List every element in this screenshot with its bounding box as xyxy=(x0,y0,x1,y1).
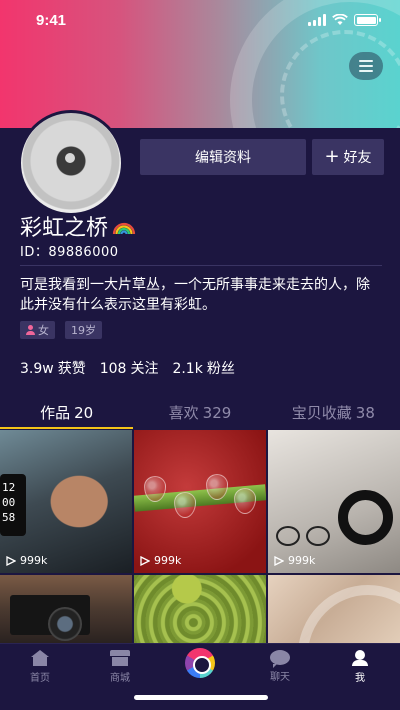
stat-followers-value: 2.1k xyxy=(172,361,203,377)
play-count: 999k xyxy=(6,554,47,567)
stat-likes[interactable]: 3.9w 获赞 xyxy=(20,358,86,378)
edit-profile-button[interactable]: 编辑资料 xyxy=(140,139,306,175)
gender-tag: 女 xyxy=(20,321,55,339)
female-icon xyxy=(26,325,35,335)
profile-id: ID：89886000 xyxy=(20,245,119,260)
stat-followers-label: 粉丝 xyxy=(206,361,235,377)
wifi-icon xyxy=(332,14,348,25)
status-time: 9:41 xyxy=(36,11,67,29)
video-grid: 12 00 58 999k 999k 999k xyxy=(0,430,400,643)
add-friend-label: 好友 xyxy=(343,150,372,166)
stat-following[interactable]: 108 关注 xyxy=(100,358,159,378)
nav-create[interactable] xyxy=(160,644,240,710)
shop-icon xyxy=(110,650,130,666)
me-icon xyxy=(350,650,370,666)
water-drop xyxy=(174,492,196,518)
video-thumbnail[interactable] xyxy=(268,575,400,643)
nav-shop[interactable]: 商城 xyxy=(80,644,160,710)
profile-divider xyxy=(20,265,382,266)
play-count: 999k xyxy=(140,554,181,567)
profile-name: 彩虹之桥 xyxy=(20,210,136,242)
tab-works-label: 作品 xyxy=(40,404,71,422)
stat-likes-value: 3.9w xyxy=(20,361,54,377)
home-icon xyxy=(30,650,50,666)
camera-lens xyxy=(48,607,82,641)
add-friend-button[interactable]: + 好友 xyxy=(312,139,384,175)
play-count-value: 999k xyxy=(288,554,316,567)
stat-followers[interactable]: 2.1k 粉丝 xyxy=(172,358,234,378)
status-icons xyxy=(308,14,381,26)
video-thumbnail[interactable]: 999k xyxy=(268,430,400,573)
age-tag: 19岁 xyxy=(65,321,102,339)
nav-chat-label: 聊天 xyxy=(270,672,290,683)
play-icon xyxy=(274,555,284,566)
play-icon xyxy=(6,555,16,566)
nav-home-label: 首页 xyxy=(30,673,50,684)
tab-likes-count: 329 xyxy=(202,404,232,422)
aperture-icon xyxy=(185,648,215,678)
menu-icon xyxy=(359,60,373,62)
home-indicator xyxy=(134,695,268,700)
play-count: 999k xyxy=(274,554,315,567)
profile-tags: 女 19岁 xyxy=(20,321,102,339)
headphones-image xyxy=(338,490,393,545)
nav-home[interactable]: 首页 xyxy=(0,644,80,710)
profile-bio: 可是我看到一大片草丛，一个无所事事走来走去的人，除此并没有什么表示这里有彩虹。 xyxy=(20,277,370,313)
tab-favorites-count: 38 xyxy=(355,404,375,422)
tab-likes-label: 喜欢 xyxy=(168,404,199,422)
avatar[interactable] xyxy=(18,110,124,216)
gender-label: 女 xyxy=(38,324,49,337)
stat-likes-label: 获赞 xyxy=(57,361,86,377)
rainbow-icon xyxy=(112,222,136,234)
nav-shop-label: 商城 xyxy=(110,673,130,684)
cellular-signal-icon xyxy=(308,14,326,26)
menu-button[interactable] xyxy=(349,52,383,80)
tab-works-count: 20 xyxy=(74,404,94,422)
watch-display: 12 00 58 xyxy=(0,474,26,536)
tab-favorites[interactable]: 宝贝收藏 38 xyxy=(267,396,400,428)
battery-icon xyxy=(354,14,381,26)
plus-icon: + xyxy=(324,146,340,167)
stat-following-label: 关注 xyxy=(130,361,159,377)
profile-banner: 9:41 xyxy=(0,0,400,128)
profile-stats: 3.9w 获赞 108 关注 2.1k 粉丝 xyxy=(20,358,235,378)
play-count-value: 999k xyxy=(20,554,48,567)
water-drop xyxy=(234,488,256,514)
age-label: 19岁 xyxy=(71,324,96,337)
play-icon xyxy=(140,555,150,566)
nav-me-label: 我 xyxy=(355,673,365,684)
video-thumbnail[interactable]: 999k xyxy=(134,430,266,573)
tab-likes[interactable]: 喜欢 329 xyxy=(133,396,266,428)
video-thumbnail[interactable] xyxy=(0,575,132,643)
stat-following-value: 108 xyxy=(99,361,127,377)
profile-name-text: 彩虹之桥 xyxy=(20,216,109,241)
video-thumbnail[interactable] xyxy=(134,575,266,643)
tab-favorites-label: 宝贝收藏 xyxy=(291,404,352,422)
status-bar: 9:41 xyxy=(0,0,400,40)
content-tabs: 作品 20 喜欢 329 宝贝收藏 38 xyxy=(0,396,400,429)
edit-profile-label: 编辑资料 xyxy=(195,150,251,166)
play-count-value: 999k xyxy=(154,554,182,567)
nav-me[interactable]: 我 xyxy=(320,644,400,710)
nav-chat[interactable]: 聊天 xyxy=(240,644,320,710)
chat-icon xyxy=(270,650,290,668)
video-thumbnail[interactable]: 12 00 58 999k xyxy=(0,430,132,573)
tab-works[interactable]: 作品 20 xyxy=(0,396,134,429)
glasses-image xyxy=(276,526,336,550)
